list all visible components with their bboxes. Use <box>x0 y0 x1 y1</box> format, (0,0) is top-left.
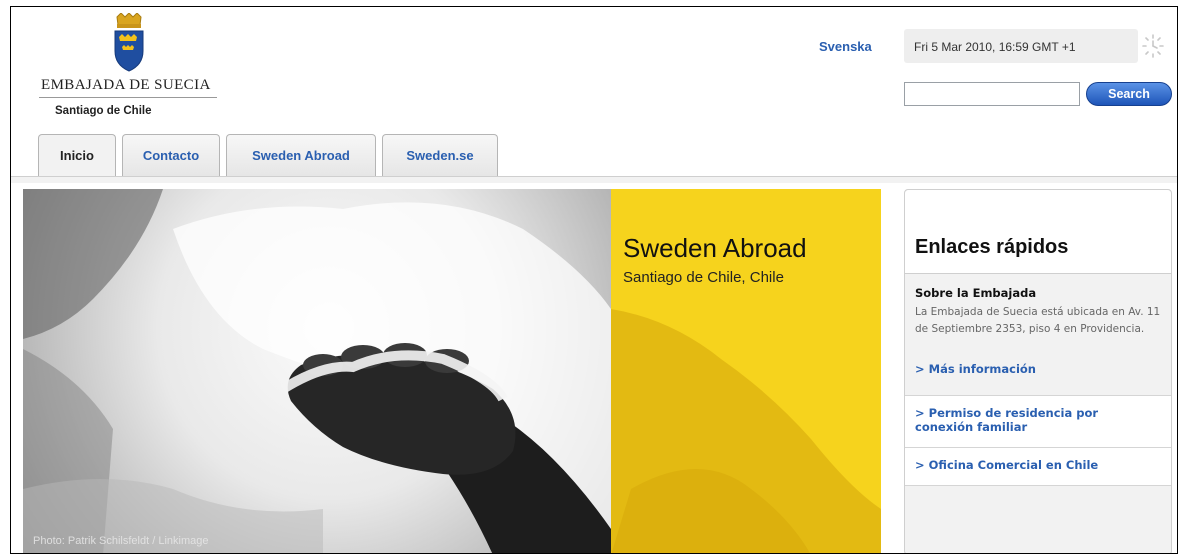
page-header: EMBAJADA DE SUECIA Santiago de Chile Sve… <box>11 7 1177 183</box>
browser-page: EMBAJADA DE SUECIA Santiago de Chile Sve… <box>10 6 1178 554</box>
list-item: > Permiso de residencia por conexión fam… <box>905 396 1171 448</box>
snow-hand-photo <box>23 189 611 553</box>
quick-links-title: Enlaces rápidos <box>915 236 1069 258</box>
about-embassy-heading: Sobre la Embajada <box>915 286 1037 300</box>
search-button[interactable]: Search <box>1086 82 1172 106</box>
tab-sweden-abroad[interactable]: Sweden Abroad <box>226 134 376 176</box>
hero-subtitle: Santiago de Chile, Chile <box>623 269 784 286</box>
embassy-logo[interactable]: EMBAJADA DE SUECIA Santiago de Chile <box>39 13 219 131</box>
hero-yellow-panel: Sweden Abroad Santiago de Chile, Chile <box>611 189 881 553</box>
search-input[interactable] <box>904 82 1080 106</box>
logo-title: EMBAJADA DE SUECIA <box>41 77 211 93</box>
logo-subtitle: Santiago de Chile <box>55 105 152 117</box>
swedish-crest-icon <box>114 13 144 72</box>
about-embassy-text: La Embajada de Suecia está ubicada en Av… <box>915 306 1161 335</box>
tab-inicio[interactable]: Inicio <box>38 134 116 176</box>
logo-divider <box>39 97 217 98</box>
commercial-office-link[interactable]: > Oficina Comercial en Chile <box>915 458 1145 472</box>
tab-band <box>11 177 1177 183</box>
about-embassy-section: Sobre la Embajada La Embajada de Suecia … <box>905 274 1171 396</box>
more-info-link[interactable]: > Más información <box>915 362 1145 376</box>
residence-permit-link[interactable]: > Permiso de residencia por conexión fam… <box>915 406 1145 434</box>
tab-sweden-se[interactable]: Sweden.se <box>382 134 498 176</box>
quick-links-sidebar: Enlaces rápidos Sobre la Embajada La Emb… <box>904 189 1172 553</box>
quick-links-header: Enlaces rápidos <box>905 190 1171 274</box>
list-item: > Oficina Comercial en Chile <box>905 448 1171 486</box>
main-tabs: Inicio Contacto Sweden Abroad Sweden.se <box>38 134 504 176</box>
tab-contacto[interactable]: Contacto <box>122 134 220 176</box>
hero-photo: Photo: Patrik Schilsfeldt / Linkimage <box>23 189 611 553</box>
clock-icon <box>1142 34 1164 58</box>
language-link-svenska[interactable]: Svenska <box>819 39 872 54</box>
hero-title: Sweden Abroad <box>623 233 807 263</box>
photo-credit: Photo: Patrik Schilsfeldt / Linkimage <box>33 535 209 547</box>
datetime-box: Fri 5 Mar 2010, 16:59 GMT +1 <box>904 29 1138 63</box>
datetime-text: Fri 5 Mar 2010, 16:59 GMT +1 <box>914 40 1076 54</box>
